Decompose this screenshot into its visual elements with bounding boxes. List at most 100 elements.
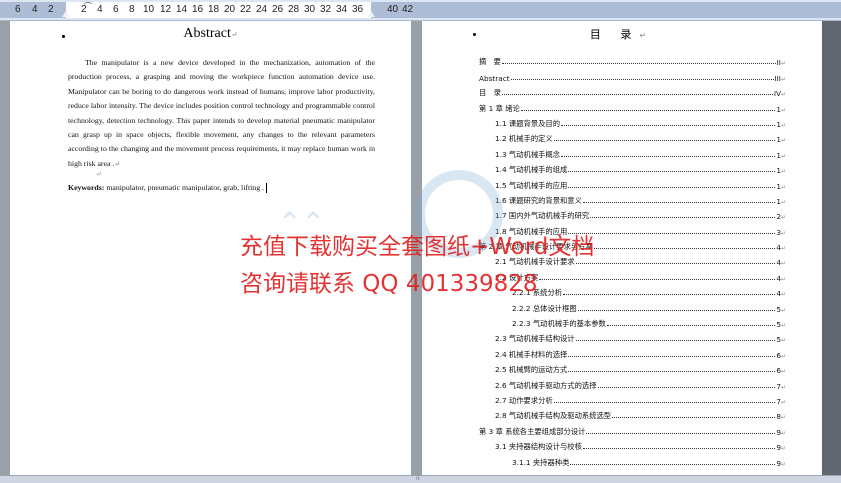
toc-entry[interactable]: 2.2.3 气动机械手的基本参数 5 (479, 314, 786, 329)
toc-dot-leader (582, 201, 776, 203)
toc-entry-label: 目 录 (479, 88, 501, 98)
toc-entry-page: 9 (776, 428, 786, 437)
toc-entry-label: 3.1.1 夹持器种类 (512, 457, 570, 467)
toc-entry[interactable]: 第 3 章 系统各主要组成部分设计 9 (479, 421, 786, 437)
first-line-indent-marker[interactable]: ⌒ (84, 1, 92, 12)
toc-dot-leader (593, 248, 776, 250)
toc-entry-page: 5 (776, 335, 786, 344)
toc-dot-leader (575, 340, 776, 342)
ruler-number: 30 (304, 4, 316, 15)
right-gray-margin (822, 21, 841, 475)
toc-entry-page: 1 (776, 151, 786, 160)
toc-dot-leader (570, 463, 776, 465)
toc-dot-leader (586, 432, 776, 434)
toc-entry-label: 2.8 气动机械手结构及驱动系统选型 (495, 411, 612, 421)
ruler-number: 20 (224, 4, 236, 15)
toc-dot-leader (568, 371, 776, 373)
toc-dot-leader (568, 186, 776, 188)
toc-entry[interactable]: 1.1 课题背景及目的 1 (479, 114, 786, 129)
toc-entry[interactable]: Abstract III (479, 67, 786, 83)
toc-entry-page: 1 (776, 105, 786, 114)
toc-entry[interactable]: 2.3 气动机械手结构设计 5 (479, 329, 786, 344)
ruler-margin-right (371, 2, 841, 18)
toc-entry[interactable]: 1.5 气动机械手的应用 1 (479, 175, 786, 191)
toc-entry-label: 摘 要 (479, 57, 501, 67)
toc-entry[interactable]: 2.4 机械手材料的选择 6 (479, 344, 786, 360)
ruler-number: 42 (402, 4, 414, 15)
ruler-number: 40 (387, 4, 399, 15)
toc-entry-page: 9 (776, 443, 786, 452)
toc-dot-leader (612, 417, 776, 419)
toc-dot-leader (539, 278, 776, 280)
toc-entry[interactable]: 3.1 夹持器结构设计与校核 9 (479, 437, 786, 452)
toc-dot-leader (568, 232, 776, 234)
toc-entry[interactable]: 2.8 气动机械手结构及驱动系统选型 8 (479, 406, 786, 421)
toc-entry-label: 1.3 气动机械手概念 (495, 149, 561, 159)
ruler-number: 6 (15, 4, 21, 15)
abstract-title: Abstract↵ (183, 26, 238, 41)
toc-entry[interactable]: 1.2 机械手的定义 1 (479, 129, 786, 144)
toc-dot-leader (563, 294, 776, 296)
toc-entry[interactable]: 摘 要 II (479, 52, 786, 67)
left-indent-marker[interactable] (62, 11, 70, 17)
toc-entry[interactable]: 2.5 机械臂的运动方式 6 (479, 360, 786, 375)
toc-entry-page: 6 (776, 351, 786, 360)
keywords-label: Keywords: (68, 183, 105, 192)
toc-title: 目 录↵ (589, 28, 655, 41)
toc-dot-leader (553, 140, 776, 142)
ruler-number: 12 (160, 4, 172, 15)
toc-dot-leader (606, 325, 776, 327)
toc-entry-page: 2 (776, 212, 786, 221)
watermark-line-2: 咨询请联系 QQ 401339828 (240, 271, 538, 297)
toc-entry-page: 7 (776, 382, 786, 391)
toc-entry[interactable]: 1.6 课题研究的背景和意义 1 (479, 191, 786, 206)
toc-entry[interactable]: 2.2.2 总体设计框图 5 (479, 298, 786, 314)
paragraph-mark: ↵ (96, 170, 102, 178)
abstract-body: The manipulator is a new device develope… (68, 58, 375, 168)
toc-entry-page: 4 (776, 258, 786, 267)
toc-entry[interactable]: 目 录 IV (479, 83, 786, 98)
toc-dot-leader (501, 63, 776, 65)
toc-entry-page: 1 (776, 182, 786, 191)
keywords-text: manipulator, pneumatic manipulator, grab… (104, 183, 264, 192)
toc-entry-label: 1.2 机械手的定义 (495, 134, 553, 144)
toc-entry-label: 2.2.2 总体设计框图 (512, 303, 577, 313)
toc-dot-leader (575, 263, 776, 265)
ruler-number: 14 (176, 4, 188, 15)
toc-entry-label: 2.4 机械手材料的选择 (495, 349, 568, 359)
toc-entry[interactable]: 2.7 动作要求分析 7 (479, 391, 786, 406)
ruler-number: 16 (192, 4, 204, 15)
toc-entry-page: 8 (776, 412, 786, 421)
scrollbar-grip-icon[interactable]: ⁞⁞ (416, 476, 420, 482)
toc-entry-page: 1 (776, 135, 786, 144)
right-indent-marker[interactable] (367, 11, 375, 17)
toc-entry-page: 1 (776, 120, 786, 129)
toc-entry-label: 2.7 动作要求分析 (495, 395, 553, 405)
ruler-number: 22 (240, 4, 252, 15)
text-cursor (266, 183, 267, 194)
toc-entry-page: 7 (776, 397, 786, 406)
toc-entry[interactable]: 第 1 章 绪论 1 (479, 98, 786, 114)
ruler-number: 24 (256, 4, 268, 15)
toc-entry[interactable]: 2.6 气动机械手驱动方式的选择 7 (479, 375, 786, 391)
toc-entry-label: 2.5 机械臂的运动方式 (495, 365, 568, 375)
keywords-line: Keywords: manipulator, pneumatic manipul… (68, 183, 267, 194)
toc-entry[interactable]: 1.4 气动机械手的组成 1 (479, 160, 786, 175)
toc-entry-page: 5 (776, 320, 786, 329)
abstract-body-text: The manipulator is a new device develope… (68, 58, 375, 168)
toc-entry-label: 3.1 夹持器结构设计与校核 (495, 442, 582, 452)
watermark-line-1: 充值下载购买全套图纸+Word文档 (240, 234, 595, 260)
ruler-number: 36 (352, 4, 364, 15)
toc-entry[interactable]: 1.7 国内外气动机械手的研究 2 (479, 206, 786, 221)
toc-entry-page: 4 (776, 289, 786, 298)
ruler-number: 8 (129, 4, 135, 15)
ruler-number: 4 (97, 4, 103, 15)
toc-entry-page: 3 (776, 228, 786, 237)
ruler-number: 10 (143, 4, 155, 15)
toc-dot-leader (561, 124, 776, 126)
toc-entry[interactable]: 1.3 气动机械手概念 1 (479, 144, 786, 160)
toc-entry[interactable]: 3.1.1 夹持器种类 9 (479, 452, 786, 468)
toc-entry-page: 1 (776, 197, 786, 206)
horizontal-ruler[interactable]: 6 4 2 2 4 6 8 10 12 14 16 18 20 22 24 26… (0, 0, 841, 21)
toc-dot-leader (568, 355, 776, 357)
